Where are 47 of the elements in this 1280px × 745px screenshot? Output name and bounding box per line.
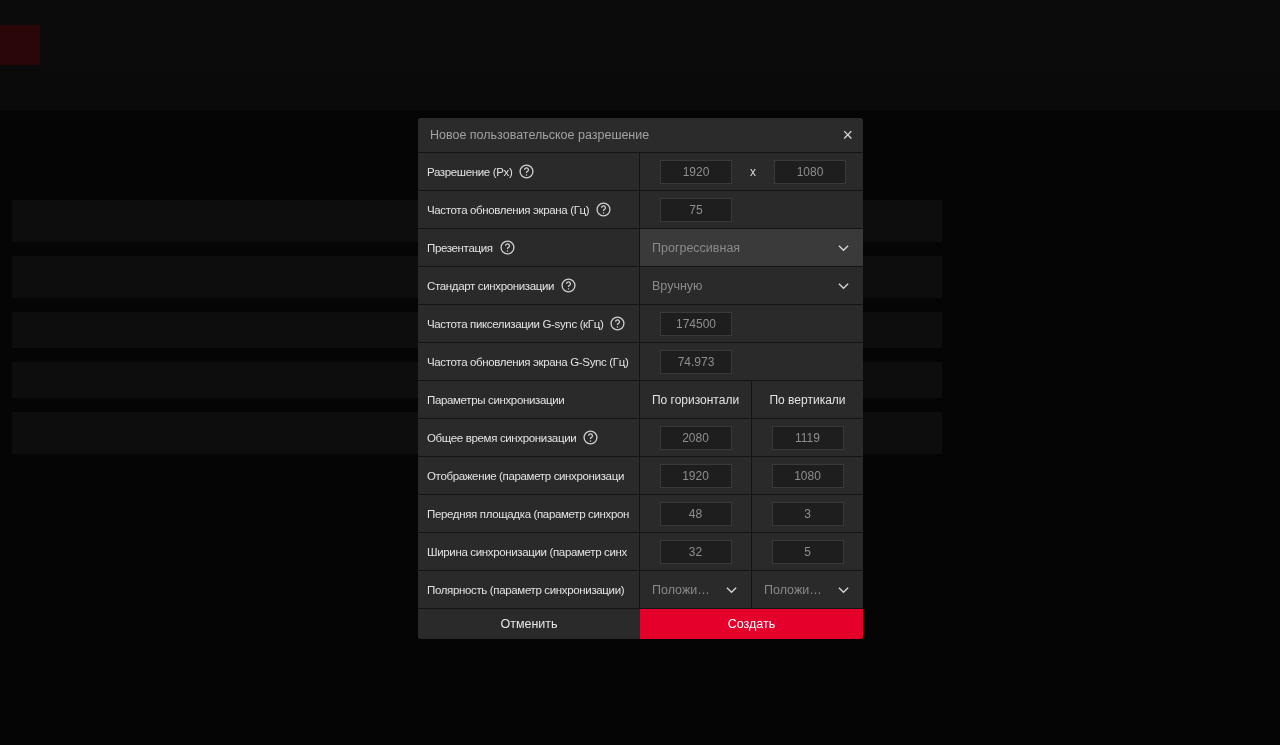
dropdown[interactable]: Вручную xyxy=(640,267,863,304)
column-header: По вертикали xyxy=(752,381,863,418)
help-icon[interactable] xyxy=(499,240,515,255)
input-field[interactable]: 1080 xyxy=(771,463,844,488)
chevron-down-icon xyxy=(838,281,849,290)
input-field[interactable]: 74.973 xyxy=(660,349,732,374)
field-label: Стандарт синхронизации xyxy=(427,279,555,292)
field-label: Полярность (параметр синхронизации) xyxy=(427,583,625,596)
dropdown[interactable]: Прогрессивная xyxy=(640,229,863,266)
cancel-button[interactable]: Отменить xyxy=(418,609,640,639)
help-icon[interactable] xyxy=(596,202,612,217)
chevron-down-icon xyxy=(838,585,849,594)
dropdown[interactable]: Положи… xyxy=(752,571,863,608)
field-label: Отображение (параметр синхронизаци xyxy=(427,469,624,482)
chevron-down-icon xyxy=(838,243,849,252)
chevron-down-icon xyxy=(726,585,737,594)
field-label: Частота обновления экрана (Гц) xyxy=(427,203,590,216)
input-field[interactable]: 48 xyxy=(659,501,732,526)
dropdown[interactable]: Положи… xyxy=(640,571,752,608)
field-label: Презентация xyxy=(427,241,493,254)
input-field[interactable]: 75 xyxy=(660,197,732,222)
field-label: Общее время синхронизации xyxy=(427,431,577,444)
input-field[interactable]: 1119 xyxy=(771,425,844,450)
input-field[interactable]: 3 xyxy=(771,501,844,526)
help-icon[interactable] xyxy=(583,430,599,445)
times-sign: x xyxy=(749,164,757,179)
field-label: Разрешение (Px) xyxy=(427,165,513,178)
column-header: По горизонтали xyxy=(640,381,752,418)
dialog-title: Новое пользовательское разрешение xyxy=(430,128,650,142)
help-icon[interactable] xyxy=(561,278,577,293)
input-field[interactable]: 32 xyxy=(659,539,732,564)
create-button[interactable]: Создать xyxy=(640,609,863,639)
field-label: Параметры синхронизации xyxy=(427,393,565,406)
input-field[interactable]: 1080 xyxy=(774,159,846,184)
input-field[interactable]: 174500 xyxy=(660,311,732,336)
logo-block xyxy=(0,25,40,65)
input-field[interactable]: 1920 xyxy=(659,463,732,488)
input-field[interactable]: 1920 xyxy=(660,159,732,184)
help-icon[interactable] xyxy=(610,316,626,331)
help-icon[interactable] xyxy=(519,164,535,179)
close-button[interactable]: × xyxy=(838,124,857,146)
field-label: Частота пикселизации G-sync (кГц) xyxy=(427,317,604,330)
input-field[interactable]: 5 xyxy=(771,539,844,564)
field-label: Ширина синхронизации (параметр синх xyxy=(427,545,627,558)
input-field[interactable]: 2080 xyxy=(659,425,732,450)
field-label: Частота обновления экрана G-Sync (Гц) xyxy=(427,355,629,368)
field-label: Передняя площадка (параметр синхрон xyxy=(427,507,629,520)
